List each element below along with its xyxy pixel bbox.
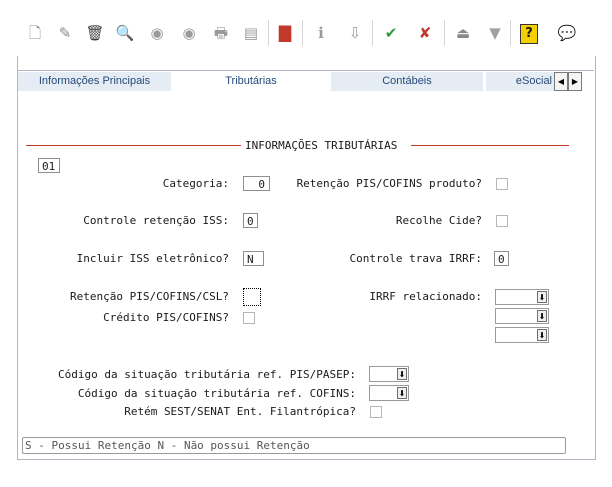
section-divider-left	[26, 145, 241, 146]
dropdown-arrow-icon: ⬇	[537, 329, 547, 341]
retencao-csl-checkbox[interactable]	[243, 288, 261, 306]
irrf-relacionado-select-3[interactable]: ⬇	[495, 327, 549, 343]
irrf-relacionado-label: IRRF relacionado:	[369, 290, 482, 303]
tab-esocial[interactable]: eSocial	[486, 72, 554, 91]
status-bar: S - Possui Retenção N - Não possui Reten…	[22, 437, 566, 454]
help-icon[interactable]: ?	[520, 24, 538, 44]
dropdown-arrow-icon: ⬇	[537, 310, 547, 322]
retencao-produto-label: Retenção PIS/COFINS produto?	[296, 177, 482, 190]
tab-scroll-right-button[interactable]: ▶	[568, 72, 582, 91]
previous-icon[interactable]: ◉	[146, 22, 168, 44]
toolbar-separator	[444, 20, 445, 46]
toolbar-separator	[302, 20, 303, 46]
export-icon[interactable]: ▤	[240, 22, 262, 44]
controle-iss-label: Controle retenção ISS:	[83, 214, 229, 227]
dropdown-arrow-icon: ⬇	[537, 291, 547, 303]
new-icon[interactable]: 🗋	[24, 22, 46, 44]
binoculars-icon[interactable]: ▇	[274, 22, 296, 44]
irrf-relacionado-select-1[interactable]: ⬇	[495, 289, 549, 305]
incluir-iss-label: Incluir ISS eletrônico?	[76, 252, 229, 265]
cst-cofins-select[interactable]: ⬇	[369, 385, 409, 401]
cst-cofins-label: Código da situação tributária ref. COFIN…	[77, 387, 356, 400]
cancel-icon[interactable]: ✘	[414, 22, 436, 44]
info-icon[interactable]: ℹ	[310, 22, 332, 44]
controle-irrf-field[interactable]: 0	[494, 251, 509, 266]
comment-icon[interactable]: 💬	[556, 22, 578, 44]
arrow-left-icon: ◀	[557, 77, 565, 86]
code-field[interactable]: 01	[38, 158, 60, 173]
controle-iss-field[interactable]: 0	[243, 213, 258, 228]
section-divider-right	[411, 145, 569, 146]
dropdown-arrow-icon: ⬇	[397, 387, 407, 399]
recolhe-cide-checkbox[interactable]	[496, 215, 508, 227]
toolbar-separator	[510, 20, 511, 46]
cst-pis-label: Código da situação tributária ref. PIS/P…	[57, 368, 356, 381]
toolbar: 🗋 ✎ 🗑 🔍 ◉ ◉ 🖶 ▤ ▇ ℹ ⇩ ✔ ✘ ⏏ ▼? 💬	[0, 0, 612, 56]
filter-icon[interactable]: ▼	[484, 22, 506, 44]
delete-icon[interactable]: 🗑	[84, 22, 106, 44]
credito-checkbox[interactable]	[243, 312, 255, 324]
dropdown-arrow-icon: ⬇	[397, 368, 407, 380]
print-icon[interactable]: 🖶	[210, 22, 232, 44]
controle-irrf-label: Controle trava IRRF:	[349, 252, 482, 265]
sort-icon[interactable]: ⇩	[344, 22, 366, 44]
tab-tributarias[interactable]: Tributárias	[174, 72, 328, 91]
tab-contabeis[interactable]: Contábeis	[331, 72, 483, 91]
recolhe-cide-label: Recolhe Cide?	[395, 214, 482, 227]
irrf-relacionado-select-2[interactable]: ⬇	[495, 308, 549, 324]
retencao-csl-label: Retenção PIS/COFINS/CSL?	[70, 290, 229, 303]
categoria-label: Categoria:	[162, 177, 229, 190]
edit-icon[interactable]: ✎	[54, 22, 76, 44]
next-icon[interactable]: ◉	[178, 22, 200, 44]
retem-sest-checkbox[interactable]	[370, 406, 382, 418]
credito-label: Crédito PIS/COFINS?	[103, 311, 229, 324]
incluir-iss-field[interactable]: N	[243, 251, 264, 266]
cst-pis-select[interactable]: ⬇	[369, 366, 409, 382]
categoria-field[interactable]: 0	[243, 176, 270, 191]
toolbar-separator	[268, 20, 269, 46]
tab-informacoes-principais[interactable]: Informações Principais	[18, 72, 171, 91]
section-title: INFORMAÇÕES TRIBUTÁRIAS	[245, 139, 398, 152]
tab-scroll-left-button[interactable]: ◀	[554, 72, 568, 91]
eject-icon[interactable]: ⏏	[452, 22, 474, 44]
search-icon[interactable]: 🔍	[114, 22, 136, 44]
confirm-icon[interactable]: ✔	[380, 22, 402, 44]
retem-sest-label: Retém SEST/SENAT Ent. Filantrópica?	[124, 405, 356, 418]
arrow-right-icon: ▶	[571, 77, 579, 86]
toolbar-separator	[372, 20, 373, 46]
retencao-produto-checkbox[interactable]	[496, 178, 508, 190]
